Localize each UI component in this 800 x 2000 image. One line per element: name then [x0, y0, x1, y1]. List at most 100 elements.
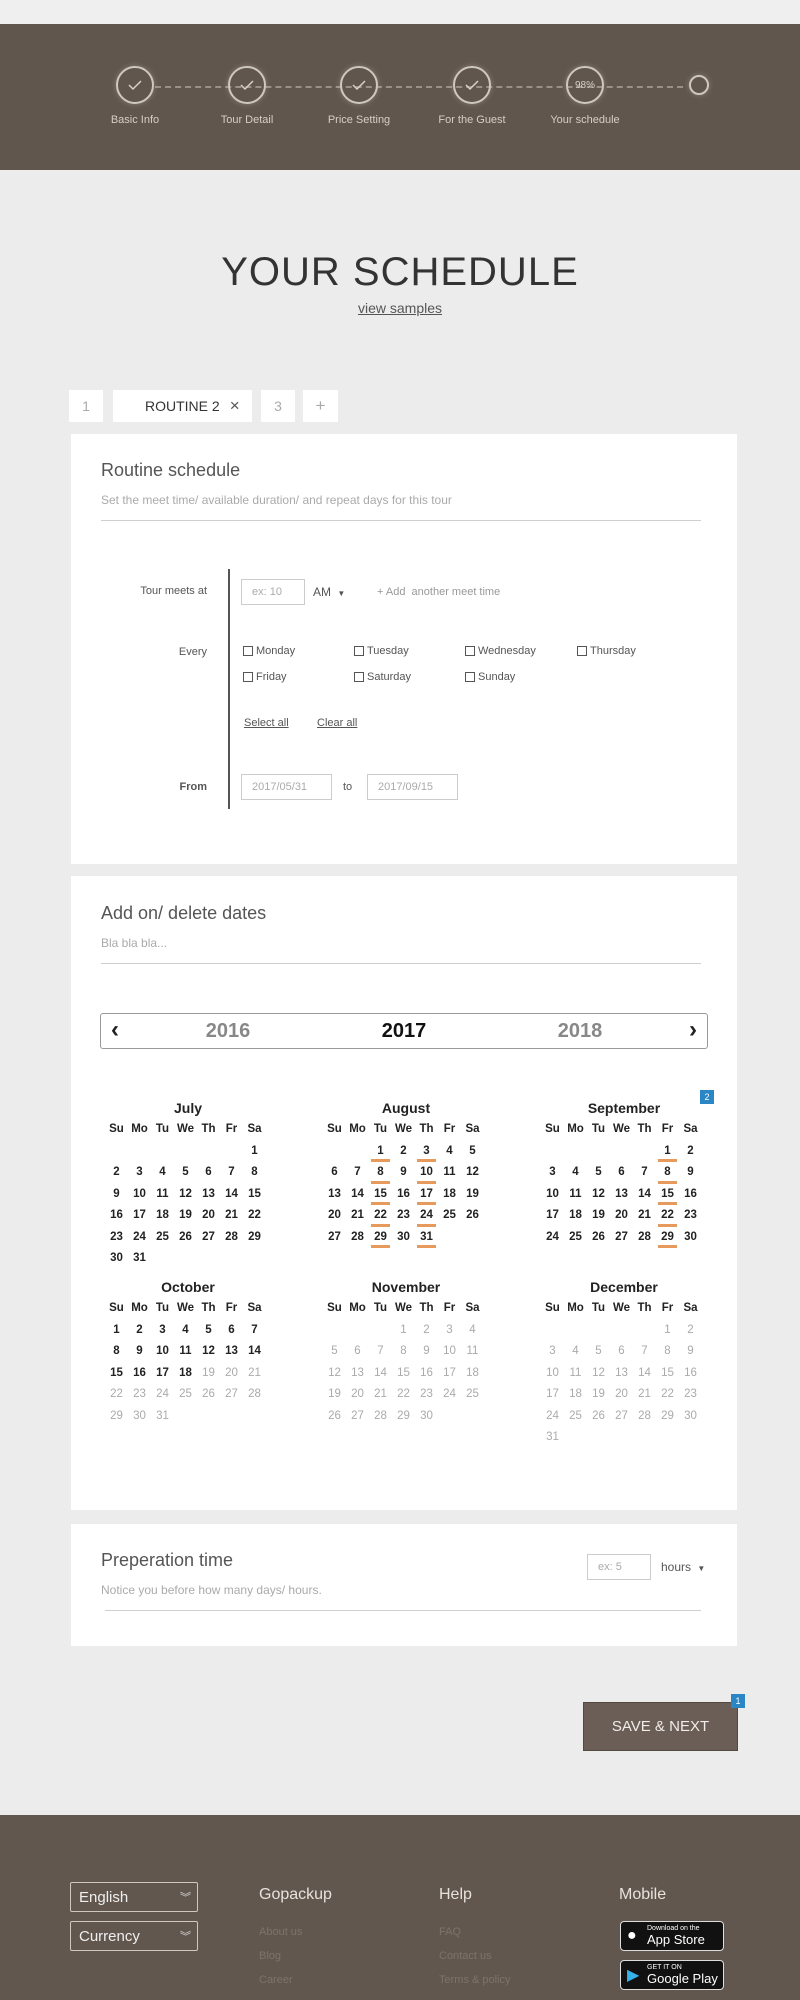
calendar-day[interactable]: 12: [174, 1185, 197, 1207]
calendar-day[interactable]: 18: [461, 1364, 484, 1386]
calendar-day[interactable]: 31: [151, 1407, 174, 1429]
footer-link-about[interactable]: About us: [259, 1926, 302, 1938]
calendar-day[interactable]: 17: [438, 1364, 461, 1386]
calendar-day[interactable]: 11: [564, 1185, 587, 1207]
calendar-day[interactable]: 12: [587, 1364, 610, 1386]
step-tour-detail-circle[interactable]: [228, 66, 266, 104]
calendar-day[interactable]: 17: [541, 1385, 564, 1407]
calendar-day[interactable]: 19: [197, 1364, 220, 1386]
calendar-day-selected[interactable]: 1: [369, 1142, 392, 1164]
calendar-day[interactable]: 30: [128, 1407, 151, 1429]
calendar-day[interactable]: 6: [323, 1163, 346, 1185]
calendar-day-selected[interactable]: 3: [415, 1142, 438, 1164]
chevron-left-icon[interactable]: ‹: [111, 1016, 119, 1044]
checkbox-friday[interactable]: Friday: [243, 671, 287, 683]
calendar-day[interactable]: 2: [105, 1163, 128, 1185]
calendar-day[interactable]: 10: [438, 1342, 461, 1364]
calendar-day[interactable]: 21: [369, 1385, 392, 1407]
calendar-day-selected[interactable]: 1: [656, 1142, 679, 1164]
calendar-day[interactable]: 9: [415, 1342, 438, 1364]
calendar-day[interactable]: 20: [323, 1206, 346, 1228]
year-current[interactable]: 2017: [344, 1020, 464, 1043]
calendar-day[interactable]: 3: [438, 1321, 461, 1343]
calendar-day[interactable]: 2: [679, 1321, 702, 1343]
calendar-day[interactable]: 3: [151, 1321, 174, 1343]
calendar-day[interactable]: 10: [541, 1185, 564, 1207]
calendar-day[interactable]: 14: [633, 1364, 656, 1386]
checkbox-box[interactable]: [465, 646, 475, 656]
calendar-day[interactable]: 30: [105, 1249, 128, 1271]
calendar-day[interactable]: 14: [220, 1185, 243, 1207]
calendar-day[interactable]: 6: [610, 1163, 633, 1185]
calendar-day[interactable]: 13: [197, 1185, 220, 1207]
calendar-day[interactable]: 23: [128, 1385, 151, 1407]
calendar-day[interactable]: 11: [174, 1342, 197, 1364]
calendar-day[interactable]: 16: [679, 1185, 702, 1207]
calendar-day[interactable]: 7: [220, 1163, 243, 1185]
calendar-day[interactable]: 4: [151, 1163, 174, 1185]
calendar-day[interactable]: 18: [564, 1206, 587, 1228]
tab-3[interactable]: 3: [261, 390, 295, 422]
calendar-day[interactable]: 1: [392, 1321, 415, 1343]
calendar-day[interactable]: 4: [174, 1321, 197, 1343]
calendar-day-selected[interactable]: 31: [415, 1228, 438, 1250]
calendar-day[interactable]: 30: [392, 1228, 415, 1250]
calendar-day[interactable]: 26: [587, 1228, 610, 1250]
calendar-day-selected[interactable]: 8: [369, 1163, 392, 1185]
calendar-day[interactable]: 27: [323, 1228, 346, 1250]
calendar-day[interactable]: 27: [220, 1385, 243, 1407]
calendar-day[interactable]: 6: [346, 1342, 369, 1364]
app-store-button[interactable]: ● Download on the App Store: [620, 1921, 724, 1951]
calendar-day[interactable]: 27: [610, 1407, 633, 1429]
calendar-day[interactable]: 23: [392, 1206, 415, 1228]
calendar-day[interactable]: 4: [438, 1142, 461, 1164]
calendar-day[interactable]: 16: [392, 1185, 415, 1207]
calendar-day[interactable]: 26: [461, 1206, 484, 1228]
calendar-day[interactable]: 16: [128, 1364, 151, 1386]
calendar-day-selected[interactable]: 8: [656, 1163, 679, 1185]
calendar-day[interactable]: 24: [151, 1385, 174, 1407]
calendar-day[interactable]: 11: [151, 1185, 174, 1207]
calendar-day[interactable]: 30: [415, 1407, 438, 1429]
calendar-day-selected[interactable]: 29: [656, 1228, 679, 1250]
calendar-day[interactable]: 14: [346, 1185, 369, 1207]
calendar-day[interactable]: 9: [128, 1342, 151, 1364]
calendar-day[interactable]: 25: [564, 1228, 587, 1250]
calendar-day[interactable]: 5: [587, 1163, 610, 1185]
calendar-day[interactable]: 29: [243, 1228, 266, 1250]
calendar-day[interactable]: 8: [243, 1163, 266, 1185]
calendar-day[interactable]: 22: [656, 1385, 679, 1407]
calendar-day[interactable]: 7: [633, 1342, 656, 1364]
from-date-input[interactable]: 2017/05/31: [241, 774, 332, 800]
calendar-day[interactable]: 21: [633, 1206, 656, 1228]
calendar-day[interactable]: 17: [128, 1206, 151, 1228]
calendar-day[interactable]: 21: [243, 1364, 266, 1386]
calendar-day[interactable]: 1: [656, 1321, 679, 1343]
checkbox-thursday[interactable]: Thursday: [577, 645, 636, 657]
calendar-day-selected[interactable]: 15: [656, 1185, 679, 1207]
calendar-day[interactable]: 30: [679, 1407, 702, 1429]
calendar-day[interactable]: 26: [587, 1407, 610, 1429]
save-next-button[interactable]: SAVE & NEXT: [583, 1702, 738, 1751]
calendar-day[interactable]: 21: [633, 1385, 656, 1407]
calendar-day[interactable]: 18: [438, 1185, 461, 1207]
calendar-day[interactable]: 10: [151, 1342, 174, 1364]
calendar-day[interactable]: 4: [564, 1163, 587, 1185]
calendar-day[interactable]: 12: [461, 1163, 484, 1185]
meet-time-input[interactable]: ex: 10: [241, 579, 305, 605]
calendar-day[interactable]: 22: [392, 1385, 415, 1407]
checkbox-saturday[interactable]: Saturday: [354, 671, 411, 683]
calendar-day[interactable]: 25: [438, 1206, 461, 1228]
calendar-day[interactable]: 1: [243, 1142, 266, 1164]
checkbox-monday[interactable]: Monday: [243, 645, 295, 657]
calendar-day[interactable]: 14: [633, 1185, 656, 1207]
tab-1[interactable]: 1: [69, 390, 103, 422]
calendar-day[interactable]: 8: [392, 1342, 415, 1364]
calendar-day[interactable]: 15: [105, 1364, 128, 1386]
calendar-day[interactable]: 25: [564, 1407, 587, 1429]
calendar-day-selected[interactable]: 22: [369, 1206, 392, 1228]
calendar-day-selected[interactable]: 10: [415, 1163, 438, 1185]
calendar-day[interactable]: 13: [323, 1185, 346, 1207]
add-tab-button[interactable]: +: [303, 390, 338, 422]
calendar-day[interactable]: 9: [679, 1342, 702, 1364]
